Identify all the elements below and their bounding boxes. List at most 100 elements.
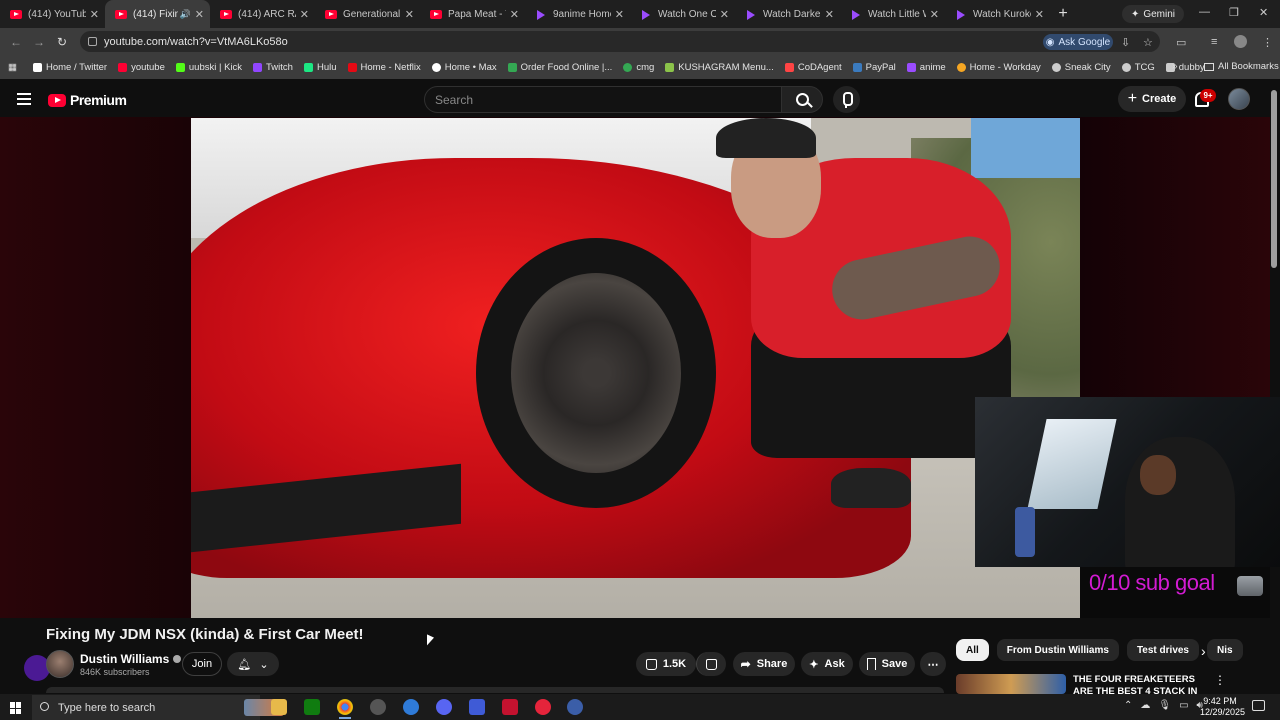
bookmark-item[interactable]: youtube [118,62,165,73]
app-icon[interactable] [403,699,419,715]
install-icon[interactable]: ⇩ [1121,36,1130,49]
media-icon[interactable]: ≡ [1211,36,1217,48]
reload-icon[interactable]: ↻ [57,35,67,49]
menu-kebab-icon[interactable]: ⋮ [1262,36,1273,49]
close-icon[interactable]: ✕ [720,8,729,21]
recommended-thumbnail[interactable] [956,674,1066,694]
profile-avatar[interactable] [1234,35,1247,48]
bookmark-item[interactable]: Order Food Online |... [507,62,612,73]
tab[interactable]: Generational Sc ✕ [315,0,420,28]
search-button[interactable] [781,86,823,113]
tab-active[interactable]: (414) Fixing🔊 ✕ [105,0,210,28]
chevron-right-icon[interactable]: » [1172,61,1178,72]
tab[interactable]: Watch Little Wit ✕ [840,0,945,28]
tab[interactable]: (414) ARC RAIDE ✕ [210,0,315,28]
close-icon[interactable]: ✕ [300,8,309,21]
restore-icon[interactable]: ❐ [1229,6,1239,19]
bookmark-item[interactable]: Home • Max [431,62,497,73]
taskbar-search[interactable]: Type here to search [32,695,284,720]
recommended-title[interactable]: THE FOUR FREAKETEERS ARE THE BEST 4 STAC… [1073,674,1201,696]
bookmark-item[interactable]: KUSHAGRAM Menu... [665,62,774,73]
tab[interactable]: Watch One Outs ✕ [630,0,735,28]
bookmark-item[interactable]: cmg [623,62,654,73]
gemini-button[interactable]: ✦ Gemini [1122,5,1184,23]
bookmark-item[interactable]: PayPal [852,62,896,73]
chevron-right-icon[interactable]: › [1201,643,1206,659]
bookmark-item[interactable]: Hulu [303,62,337,73]
more-vertical-icon[interactable]: ⋮ [1214,673,1226,687]
bookmark-item[interactable]: Home / Twitter [32,62,107,73]
chip-nis[interactable]: Nis [1207,639,1243,661]
bookmark-star-icon[interactable]: ☆ [1143,36,1153,49]
bookmark-item[interactable]: TCG [1121,62,1155,73]
tab[interactable]: Papa Meat - You ✕ [420,0,525,28]
media-player-icon[interactable] [535,699,551,715]
chip-from-channel[interactable]: From Dustin Williams [996,639,1119,661]
notification-center-icon[interactable] [1252,700,1265,711]
chip-test-drives[interactable]: Test drives [1126,639,1199,661]
gamepad-icon[interactable] [469,699,485,715]
ask-button[interactable]: ✦ Ask [801,652,853,676]
mic-icon[interactable]: 🎙︎ [1158,700,1171,711]
chevron-up-icon[interactable]: ⌃ [1124,700,1132,711]
bookmark-item[interactable]: Twitch [253,62,293,73]
close-icon[interactable]: ✕ [615,8,624,21]
scrollbar[interactable] [1271,90,1277,268]
close-icon[interactable]: ✕ [90,8,99,21]
forward-icon[interactable]: → [33,35,45,49]
new-tab-button[interactable]: + [1050,5,1076,23]
more-actions-button[interactable]: ⋯ [920,652,946,676]
close-icon[interactable]: ✕ [510,8,519,21]
tab[interactable]: Watch Kuroko's ✕ [945,0,1050,28]
close-icon[interactable]: ✕ [405,8,414,21]
chip-all[interactable]: All [956,639,989,661]
close-window-icon[interactable]: ✕ [1259,6,1268,19]
app-icon[interactable] [370,699,386,715]
bookmark-item[interactable]: CoDAgent [784,62,842,73]
tab[interactable]: Watch Darker th ✕ [735,0,840,28]
search-input[interactable]: Search [424,86,782,113]
channel-avatar[interactable] [46,650,74,678]
bookmark-item[interactable]: uubski | Kick [175,62,242,73]
video-player[interactable] [191,118,1080,618]
app-icon[interactable] [502,699,518,715]
description-box[interactable] [46,687,944,693]
share-button[interactable]: ➦ Share [733,652,795,676]
menu-icon[interactable] [17,93,31,105]
address-bar[interactable]: youtube.com/watch?v=VtMA6LKo58o [80,31,1160,52]
like-button[interactable]: 1.5K [636,652,696,676]
subscription-bell-button[interactable]: 🔔︎ ⌄ [227,652,279,676]
site-info-icon[interactable] [88,37,97,46]
tab[interactable]: (414) YouTube ✕ [0,0,105,28]
network-icon[interactable]: ☁ [1140,700,1150,711]
bookmark-item[interactable]: Home - Workday [956,62,1041,73]
close-icon[interactable]: ✕ [1035,8,1044,21]
speaker-icon[interactable]: 🔊 [180,9,191,20]
chrome-icon[interactable] [337,699,353,719]
join-button[interactable]: Join [182,652,222,676]
bookmark-item[interactable]: Sneak City [1051,62,1111,73]
account-avatar[interactable] [1228,88,1250,110]
xbox-icon[interactable] [304,699,320,715]
close-icon[interactable]: ✕ [195,8,204,21]
close-icon[interactable]: ✕ [825,8,834,21]
file-explorer-icon[interactable] [271,699,287,715]
bookmark-item[interactable]: anime [906,62,946,73]
tab[interactable]: 9anime Homepa ✕ [525,0,630,28]
windows-start-icon[interactable] [10,702,22,714]
all-bookmarks-button[interactable]: All Bookmarks [1204,61,1279,72]
taskbar-clock[interactable]: 9:42 PM 12/29/2025 [1200,696,1245,718]
voice-search-button[interactable] [833,86,860,113]
display-icon[interactable]: ▭ [1179,700,1188,711]
discord-icon[interactable] [436,699,452,715]
back-icon[interactable]: ← [10,35,22,49]
dislike-button[interactable] [696,652,726,676]
close-icon[interactable]: ✕ [930,8,939,21]
ask-google-button[interactable]: ◉ Ask Google [1043,34,1113,50]
youtube-logo[interactable]: Premium [48,92,127,108]
channel-name[interactable]: Dustin Williams [80,652,182,666]
app-icon[interactable] [567,699,583,715]
sidepanel-icon[interactable]: ▭ [1176,36,1186,49]
create-button[interactable]: + Create [1118,86,1186,112]
apps-icon[interactable]: ▦ [8,62,17,73]
